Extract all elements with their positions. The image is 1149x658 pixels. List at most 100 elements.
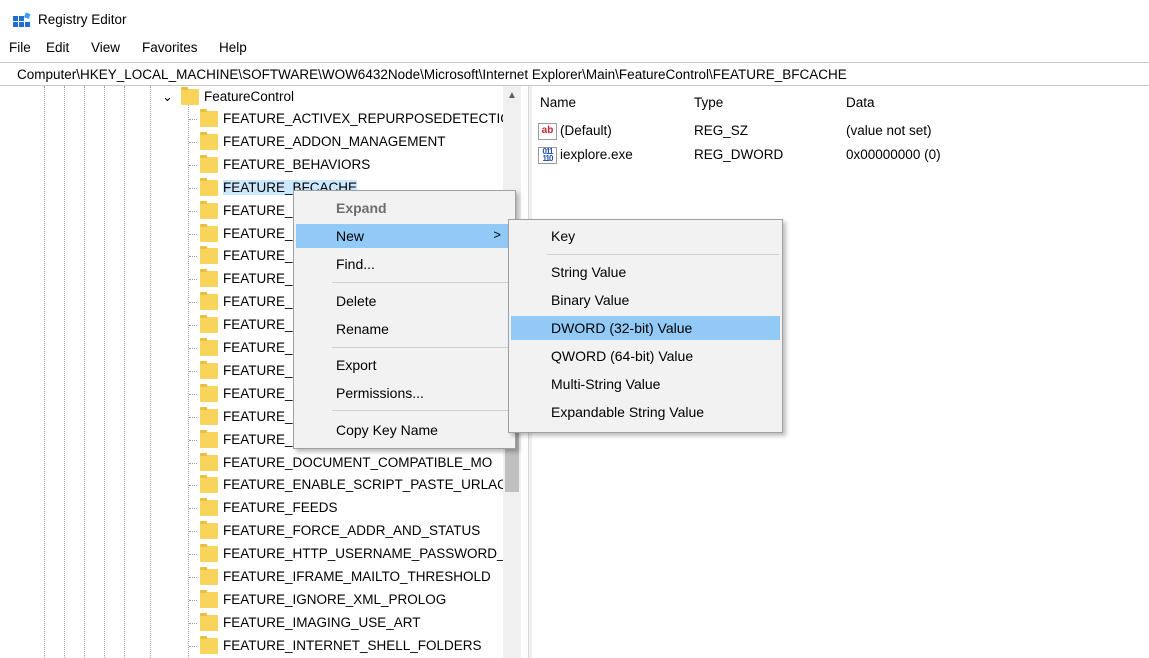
menu-item-multi-string-value[interactable]: Multi-String Value — [511, 372, 780, 396]
tree-item[interactable]: FEATURE_IFRAME_MAILTO_THRESHOLD — [189, 566, 528, 588]
tree-item[interactable]: FEATURE_ADDON_MANAGEMENT — [189, 131, 528, 153]
menu-item-label: Multi-String Value — [551, 376, 661, 392]
tree-guide-line — [188, 102, 189, 658]
tree-item-label: FEATURE_ — [223, 340, 293, 355]
tree-item-label: FEATURE_ — [223, 362, 293, 378]
tree-connector — [189, 577, 197, 578]
value-row[interactable]: ab (Default) REG_SZ (value not set) — [532, 120, 1132, 142]
tree-item-label: FEATURE_ — [223, 271, 293, 287]
column-header-name[interactable]: Name — [540, 95, 576, 110]
tree-connector — [189, 599, 197, 601]
menu-item-delete[interactable]: Delete — [296, 289, 513, 313]
folder-icon — [181, 87, 199, 105]
tree-guide-line — [84, 86, 85, 658]
value-row[interactable]: 011 110 iexplore.exe REG_DWORD 0x0000000… — [532, 144, 1132, 166]
menu-item-expand[interactable]: Expand — [296, 196, 513, 220]
menu-item-copy-key-name[interactable]: Copy Key Name — [296, 418, 513, 442]
tree-item-label: FEATURE_ — [223, 294, 293, 310]
address-path[interactable]: Computer\HKEY_LOCAL_MACHINE\SOFTWARE\WOW… — [17, 67, 847, 82]
folder-icon — [200, 589, 218, 608]
scroll-up-arrow-icon[interactable]: ▲ — [503, 90, 521, 101]
tree-item-featurecontrol[interactable]: FeatureControl — [178, 86, 528, 108]
menu-separator — [332, 347, 512, 348]
tree-item-label: FEATURE_ADDON_MANAGEMENT — [223, 133, 446, 149]
menu-item-string-value[interactable]: String Value — [511, 260, 780, 284]
tree-item[interactable]: FEATURE_FEEDS — [189, 497, 528, 519]
column-header-type[interactable]: Type — [694, 95, 723, 110]
value-type: REG_DWORD — [694, 147, 784, 162]
folder-icon — [200, 177, 218, 196]
tree-item[interactable]: FEATURE_IMAGING_USE_ART — [189, 612, 528, 634]
tree-connector — [189, 485, 197, 487]
menu-view[interactable]: View — [91, 40, 120, 55]
tree-item-label: FEATURE_ENABLE_SCRIPT_PASTE_URLAC — [223, 477, 507, 493]
menu-item-label: DWORD (32-bit) Value — [551, 320, 693, 336]
menu-item-label: Expandable String Value — [551, 404, 705, 420]
menu-item-permissions[interactable]: Permissions... — [296, 381, 513, 405]
menu-item-qword-value[interactable]: QWORD (64-bit) Value — [511, 344, 780, 368]
tree-item[interactable]: FEATURE_INTERNET_SHELL_FOLDERS — [189, 635, 528, 657]
menu-edit[interactable]: Edit — [46, 40, 69, 55]
chevron-down-icon[interactable]: ⌄ — [162, 89, 173, 105]
tree-connector — [189, 439, 197, 441]
menu-item-find[interactable]: Find... — [296, 252, 513, 276]
menu-item-label: String Value — [551, 264, 627, 280]
string-value-icon: ab — [538, 123, 557, 140]
menu-item-expandable-string-value[interactable]: Expandable String Value — [511, 400, 780, 424]
menu-separator — [332, 410, 512, 411]
tree-connector — [189, 462, 197, 464]
menu-item-label: Delete — [336, 293, 377, 309]
menu-item-dword-value[interactable]: DWORD (32-bit) Value — [511, 316, 780, 340]
menu-item-binary-value[interactable]: Binary Value — [511, 288, 780, 312]
folder-icon — [200, 223, 218, 242]
tree-item[interactable]: FEATURE_DOCUMENT_COMPATIBLE_MO — [189, 452, 528, 474]
folder-icon — [200, 429, 218, 448]
tree-item-label: FEATURE_ — [223, 408, 293, 424]
tree-item[interactable]: FEATURE_ENABLE_SCRIPT_PASTE_URLAC — [189, 474, 528, 496]
title-bar: Registry Editor — [0, 0, 1149, 38]
menu-item-label: Key — [551, 228, 576, 244]
menu-file[interactable]: File — [9, 40, 31, 55]
tree-guide-line — [150, 86, 151, 658]
tree-connector — [189, 508, 197, 510]
registry-editor-icon — [13, 12, 31, 27]
menu-item-export[interactable]: Export — [296, 353, 513, 377]
folder-icon — [200, 452, 218, 471]
tree-guide-line — [44, 86, 45, 658]
folder-icon — [200, 521, 218, 540]
menu-item-label: Rename — [336, 321, 389, 337]
address-bar[interactable]: Computer\HKEY_LOCAL_MACHINE\SOFTWARE\WOW… — [0, 62, 1149, 86]
tree-item-label: FEATURE_FEEDS — [223, 500, 338, 516]
tree-connector — [189, 393, 197, 395]
tree-item-label: FEATURE_ — [223, 385, 293, 401]
folder-icon — [200, 315, 218, 334]
tree-guide-line — [104, 86, 105, 658]
menu-item-new-key[interactable]: Key — [511, 224, 780, 248]
menu-item-label: New — [336, 228, 365, 244]
menu-item-new[interactable]: New > — [296, 224, 513, 248]
tree-item[interactable]: FEATURE_HTTP_USERNAME_PASSWORD_ — [189, 543, 528, 565]
tree-connector — [189, 256, 197, 258]
menu-item-rename[interactable]: Rename — [296, 317, 513, 341]
tree-item[interactable]: FEATURE_FORCE_ADDR_AND_STATUS — [189, 520, 528, 542]
context-menu: Expand New > Find... Delete Rename Export… — [293, 190, 516, 449]
folder-icon — [200, 383, 218, 402]
folder-icon — [200, 406, 218, 425]
tree-connector — [189, 187, 197, 189]
tree-item[interactable]: FEATURE_ACTIVEX_REPURPOSEDETECTIC — [189, 108, 528, 130]
tree-item-label: FEATURE_FORCE_ADDR_AND_STATUS — [223, 523, 481, 539]
menu-favorites[interactable]: Favorites — [142, 40, 198, 55]
tree-guide-line — [124, 86, 125, 658]
tree-connector — [189, 531, 197, 533]
column-header-data[interactable]: Data — [846, 95, 875, 110]
tree-item[interactable]: FEATURE_IGNORE_XML_PROLOG — [189, 589, 528, 611]
tree-item-label: FEATURE_ — [223, 202, 293, 218]
tree-item-label: FEATURE_ — [223, 431, 293, 447]
tree-item[interactable]: FEATURE_BEHAVIORS — [189, 154, 528, 176]
menu-help[interactable]: Help — [219, 40, 247, 55]
folder-icon — [200, 154, 218, 173]
menu-bar: File Edit View Favorites Help — [0, 38, 1149, 60]
tree-connector — [189, 325, 197, 327]
tree-item-label: FEATURE_HTTP_USERNAME_PASSWORD_ — [223, 546, 505, 562]
tree-item-label: FEATURE_INTERNET_SHELL_FOLDERS — [223, 637, 482, 653]
